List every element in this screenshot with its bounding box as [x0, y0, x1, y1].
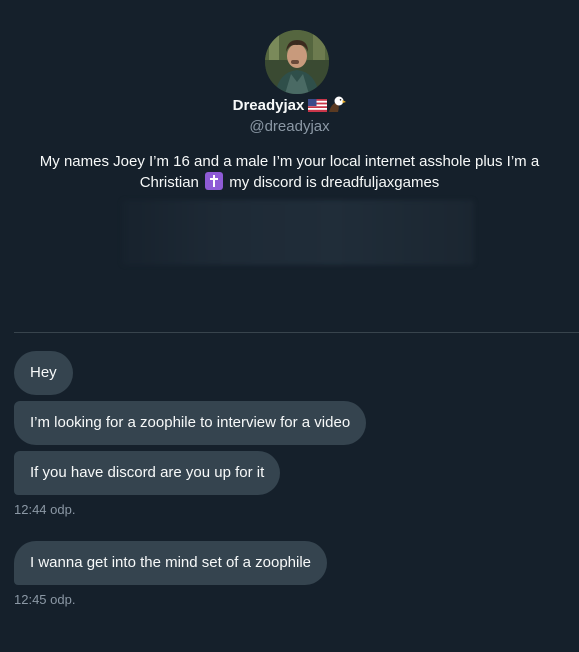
- message-timestamp: 12:45 odp.: [14, 592, 76, 607]
- display-name[interactable]: Dreadyjax: [0, 96, 579, 118]
- eagle-icon: [328, 96, 347, 118]
- message-bubble[interactable]: I’m looking for a zoophile to interview …: [14, 401, 367, 445]
- message-bubble[interactable]: Hey: [14, 351, 73, 395]
- display-name-text: Dreadyjax: [232, 97, 305, 114]
- latin-cross-icon: [205, 172, 224, 190]
- profile-bio: My names Joey I’m 16 and a male I’m your…: [30, 152, 549, 193]
- avatar-photo: [265, 30, 329, 94]
- bio-text-part2: my discord is dreadfuljaxgames: [229, 174, 440, 191]
- avatar[interactable]: [265, 30, 329, 94]
- dm-conversation: Dreadyjax @dreadyjax My names Joey I’m 1…: [0, 0, 579, 652]
- message-bubble[interactable]: I wanna get into the mind set of a zooph…: [14, 541, 328, 585]
- divider: [14, 332, 579, 333]
- profile-handle[interactable]: @dreadyjax: [0, 118, 579, 136]
- message-bubble[interactable]: If you have discord are you up for it: [14, 451, 281, 495]
- us-flag-icon: [308, 99, 328, 117]
- redacted-info-block: [122, 200, 474, 265]
- message-timestamp: 12:44 odp.: [14, 502, 76, 517]
